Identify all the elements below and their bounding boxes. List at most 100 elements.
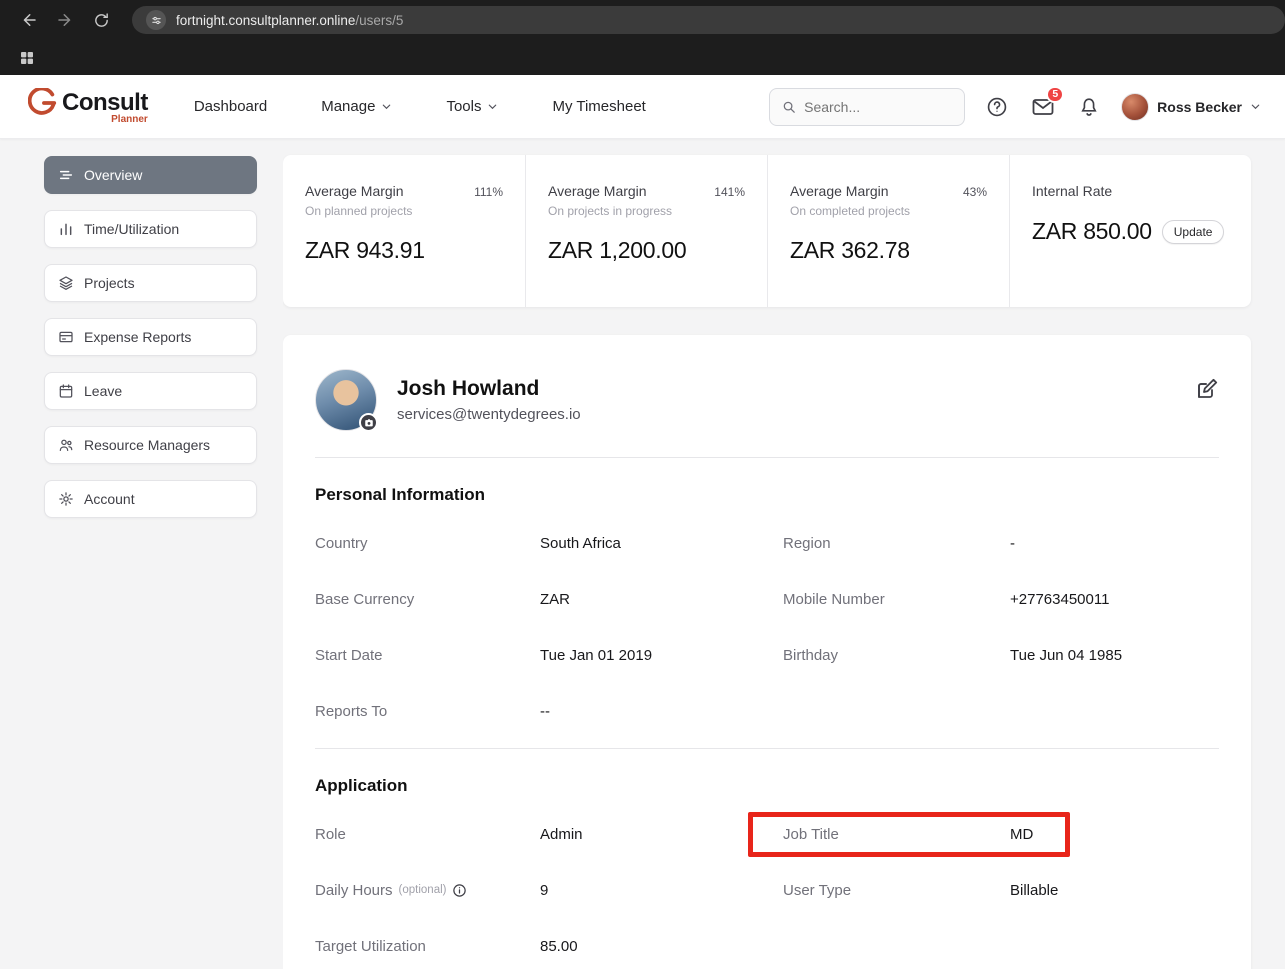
field-row-role-jobtitle: Role Admin Job Title MD <box>315 806 1219 862</box>
update-rate-button[interactable]: Update <box>1162 220 1225 244</box>
gear-icon <box>58 491 74 507</box>
profile-header: Josh Howland services@twentydegrees.io <box>315 369 1219 458</box>
user-menu[interactable]: Ross Becker <box>1121 93 1261 121</box>
search-box[interactable] <box>769 88 965 126</box>
nav-manage-label: Manage <box>321 98 375 115</box>
edit-pencil-icon <box>1195 377 1219 401</box>
bell-icon <box>1078 96 1100 118</box>
profile-avatar[interactable] <box>315 369 377 431</box>
tab-grid-button[interactable] <box>12 43 42 73</box>
reports-to-label: Reports To <box>315 703 540 720</box>
role-value: Admin <box>540 826 783 843</box>
country-label: Country <box>315 535 540 552</box>
tune-icon <box>151 15 162 26</box>
birthday-value: Tue Jun 04 1985 <box>1010 647 1122 664</box>
messages-badge: 5 <box>1046 86 1064 103</box>
sidebar-item-label: Resource Managers <box>84 437 210 453</box>
target-utilization-label: Target Utilization <box>315 938 540 955</box>
forward-arrow-icon <box>56 11 74 29</box>
stat-percent: 111% <box>474 185 503 199</box>
browser-chrome: fortnight.consultplanner.online/users/5 <box>0 0 1285 75</box>
sidebar-item-overview[interactable]: Overview <box>44 156 257 194</box>
help-button[interactable] <box>983 93 1011 121</box>
logo-mark-icon <box>28 88 58 118</box>
change-photo-button[interactable] <box>359 413 378 432</box>
field-row-target-utilization: Target Utilization 85.00 <box>315 918 1219 969</box>
region-label: Region <box>783 535 1010 552</box>
expense-card-icon <box>58 329 74 345</box>
browser-forward-button[interactable] <box>50 5 80 35</box>
sidebar-item-expense-reports[interactable]: Expense Reports <box>44 318 257 356</box>
chevron-down-icon <box>1250 101 1261 112</box>
search-input[interactable] <box>804 99 952 115</box>
messages-button[interactable]: 5 <box>1029 93 1057 121</box>
profile-name: Josh Howland <box>397 377 581 401</box>
mobile-number-value: +27763450011 <box>1010 591 1109 608</box>
browser-back-button[interactable] <box>14 5 44 35</box>
nav-tools[interactable]: Tools <box>446 98 498 115</box>
url-path: /users/5 <box>355 13 403 28</box>
chevron-down-icon <box>487 101 498 112</box>
sidebar-item-account[interactable]: Account <box>44 480 257 518</box>
search-icon <box>782 99 796 115</box>
stat-internal-rate: Internal Rate ZAR 850.00 Update <box>1009 155 1251 307</box>
start-date-value: Tue Jan 01 2019 <box>540 647 783 664</box>
sidebar: Overview Time/Utilization Projects Expen… <box>0 139 283 969</box>
sidebar-item-time-utilization[interactable]: Time/Utilization <box>44 210 257 248</box>
info-icon[interactable] <box>452 883 467 898</box>
chevron-down-icon <box>381 101 392 112</box>
site-settings-icon[interactable] <box>146 10 166 30</box>
daily-hours-label: Daily Hours (optional) <box>315 882 540 899</box>
stat-value: ZAR 850.00 <box>1032 218 1152 245</box>
sidebar-item-resource-managers[interactable]: Resource Managers <box>44 426 257 464</box>
stat-inprogress-margin: Average Margin 141% On projects in progr… <box>525 155 767 307</box>
stat-subtitle: On projects in progress <box>548 204 745 218</box>
notifications-button[interactable] <box>1075 93 1103 121</box>
stat-value: ZAR 362.78 <box>790 237 987 264</box>
grid-icon <box>19 50 35 66</box>
stat-value: ZAR 943.91 <box>305 237 503 264</box>
stat-title: Internal Rate <box>1032 183 1112 199</box>
role-label: Role <box>315 826 540 843</box>
stat-completed-margin: Average Margin 43% On completed projects… <box>767 155 1009 307</box>
user-avatar <box>1121 93 1149 121</box>
app-logo[interactable]: Consult Planner <box>28 88 148 125</box>
back-arrow-icon <box>20 11 38 29</box>
stat-title: Average Margin <box>305 183 404 199</box>
field-row-country-region: Country South Africa Region - <box>315 515 1219 571</box>
sidebar-item-label: Time/Utilization <box>84 221 179 237</box>
stat-value: ZAR 1,200.00 <box>548 237 745 264</box>
address-bar[interactable]: fortnight.consultplanner.online/users/5 <box>132 6 1285 34</box>
people-icon <box>58 437 74 453</box>
reload-icon <box>93 12 110 29</box>
sidebar-item-leave[interactable]: Leave <box>44 372 257 410</box>
main-content: Average Margin 111% On planned projects … <box>283 139 1285 969</box>
stat-percent: 141% <box>714 185 745 199</box>
stats-card: Average Margin 111% On planned projects … <box>283 155 1251 307</box>
optional-hint: (optional) <box>399 884 447 896</box>
browser-reload-button[interactable] <box>86 5 116 35</box>
nav-manage[interactable]: Manage <box>321 98 392 115</box>
sidebar-item-label: Overview <box>84 167 142 183</box>
section-divider <box>315 748 1219 749</box>
nav-my-timesheet[interactable]: My Timesheet <box>552 98 645 115</box>
main-nav: Dashboard Manage Tools My Timesheet <box>194 98 646 115</box>
country-value: South Africa <box>540 535 783 552</box>
profile-card: Josh Howland services@twentydegrees.io P… <box>283 335 1251 969</box>
bar-chart-icon <box>58 221 74 237</box>
sidebar-item-label: Expense Reports <box>84 329 191 345</box>
base-currency-value: ZAR <box>540 591 783 608</box>
sidebar-item-label: Projects <box>84 275 135 291</box>
application-heading: Application <box>315 776 1219 796</box>
overview-icon <box>58 167 74 183</box>
field-row-reports-to: Reports To -- <box>315 683 1219 739</box>
sidebar-item-projects[interactable]: Projects <box>44 264 257 302</box>
personal-info-heading: Personal Information <box>315 485 1219 505</box>
url-text: fortnight.consultplanner.online/users/5 <box>176 13 403 28</box>
user-type-value: Billable <box>1010 882 1058 899</box>
nav-my-timesheet-label: My Timesheet <box>552 98 645 115</box>
user-type-label: User Type <box>783 882 1010 899</box>
nav-dashboard[interactable]: Dashboard <box>194 98 267 115</box>
stat-percent: 43% <box>963 185 987 199</box>
edit-profile-button[interactable] <box>1195 377 1219 401</box>
